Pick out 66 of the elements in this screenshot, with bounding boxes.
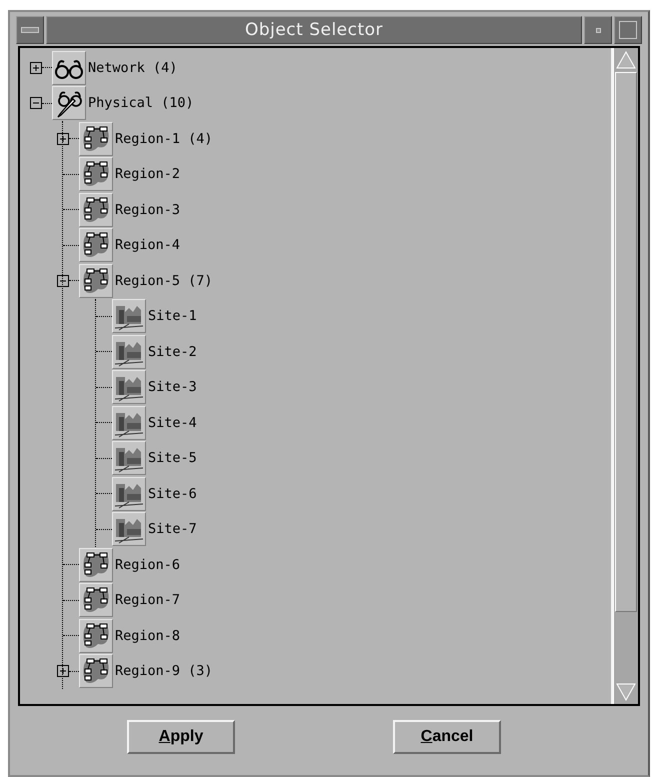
network-map-icon xyxy=(79,618,113,653)
glasses-icon xyxy=(52,50,86,85)
tree-item-label: Region-1 (4) xyxy=(115,130,213,147)
tree-item[interactable]: Site-2 xyxy=(90,334,611,370)
tree-item-label: Site-7 xyxy=(148,521,197,538)
network-map-icon xyxy=(79,192,113,227)
tree-item[interactable]: Region-6 xyxy=(57,547,611,582)
network-map-icon xyxy=(79,122,113,156)
buildings-icon xyxy=(112,406,146,440)
expand-icon[interactable] xyxy=(57,132,69,145)
tree-item[interactable]: Site-1 xyxy=(90,298,611,334)
buildings-icon xyxy=(112,299,146,334)
tree-item-label: Site-2 xyxy=(148,344,197,360)
tree-item-label: Region-4 xyxy=(115,237,180,254)
collapse-icon[interactable] xyxy=(57,274,69,287)
tree-item-label: Site-3 xyxy=(148,379,197,396)
network-map-icon xyxy=(79,157,113,192)
tree-item[interactable]: Region-9 (3) xyxy=(57,654,611,689)
tree-item-label: Network (4) xyxy=(88,60,178,76)
square-icon xyxy=(619,21,637,39)
collapse-icon[interactable] xyxy=(30,97,42,110)
buildings-icon xyxy=(112,334,146,369)
expand-icon[interactable] xyxy=(30,62,42,74)
tree-item[interactable]: Region-8 xyxy=(57,618,611,654)
buildings-icon xyxy=(112,370,146,404)
tree-item-label: Site-1 xyxy=(148,308,197,324)
tree-item[interactable]: Site-3 xyxy=(90,370,611,405)
tree-item[interactable]: Region-5 (7) xyxy=(57,263,611,298)
tree-item-label: Region-8 xyxy=(115,628,180,644)
tree-item[interactable]: Region-4 xyxy=(57,228,611,263)
window-title: Object Selector xyxy=(46,16,582,44)
tree-item[interactable]: Region-2 xyxy=(57,156,611,192)
scroll-thumb[interactable] xyxy=(615,72,637,612)
buildings-icon xyxy=(112,512,146,546)
tree-item-label: Site-5 xyxy=(148,450,197,466)
tree-item-label: Region-6 xyxy=(115,556,180,573)
apply-button[interactable]: Apply xyxy=(127,720,235,754)
network-map-icon xyxy=(79,583,113,618)
tree-item-label: Region-9 (3) xyxy=(115,663,213,680)
tree-item[interactable]: Site-6 xyxy=(90,476,611,512)
expand-icon[interactable] xyxy=(57,665,69,678)
tree-item[interactable]: Region-1 (4) xyxy=(57,121,611,156)
tree-item-label: Physical (10) xyxy=(88,95,194,112)
tree-item[interactable]: Region-3 xyxy=(57,192,611,228)
tree-item-label: Region-5 (7) xyxy=(115,272,213,289)
tree-item[interactable]: Site-4 xyxy=(90,405,611,440)
tree-item-label: Site-4 xyxy=(148,414,197,431)
minimize-button[interactable] xyxy=(584,16,612,44)
tree-item-label: Region-3 xyxy=(115,202,180,218)
network-map-icon xyxy=(79,228,113,262)
network-map-icon xyxy=(79,654,113,688)
tree-item[interactable]: Site-7 xyxy=(90,512,611,547)
tree-item[interactable]: Network (4) xyxy=(30,50,611,86)
tree-item[interactable]: Site-5 xyxy=(90,440,611,476)
cancel-button[interactable]: Cancel xyxy=(393,720,501,754)
tree-item[interactable]: Region-7 xyxy=(57,582,611,618)
buildings-icon xyxy=(112,441,146,476)
tree-item[interactable]: Physical (10) xyxy=(30,86,611,121)
vertical-scrollbar[interactable] xyxy=(613,48,638,704)
tree-item-label: Region-2 xyxy=(115,166,180,182)
window-menu-button[interactable] xyxy=(16,16,44,44)
tree-item-label: Site-6 xyxy=(148,486,197,502)
buildings-icon xyxy=(112,476,146,511)
bar-icon xyxy=(21,27,39,33)
tree-item-label: Region-7 xyxy=(115,592,180,608)
maximize-button[interactable] xyxy=(614,16,642,44)
